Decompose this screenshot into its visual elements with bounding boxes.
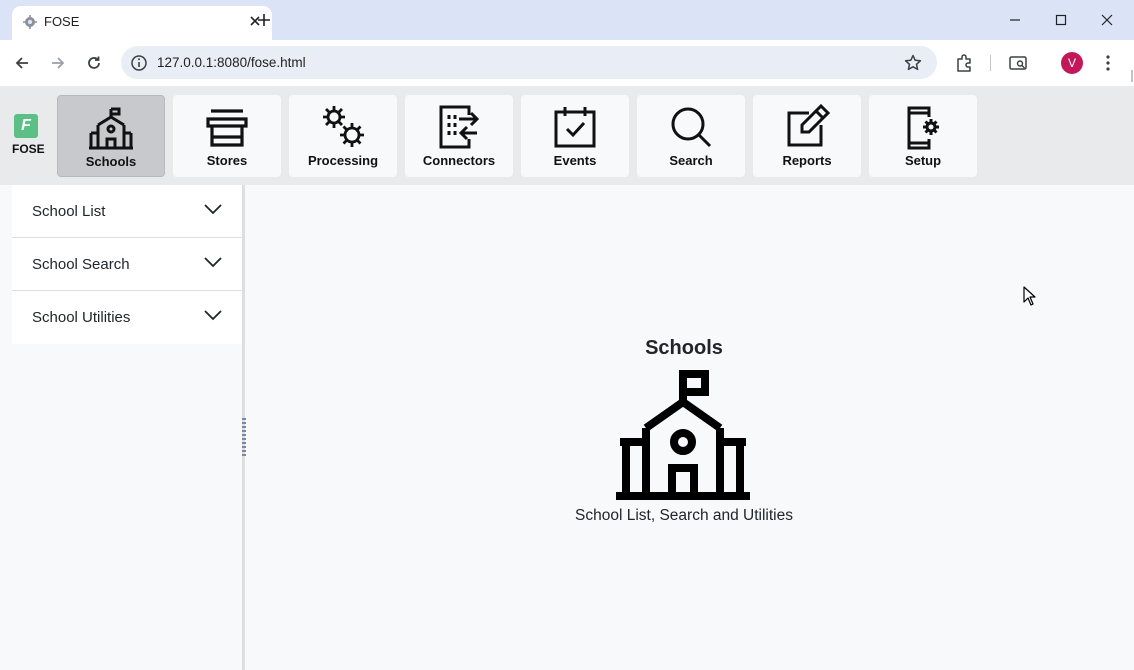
nav-label: Events [553,153,597,168]
nav-connectors-button[interactable]: Connectors [405,95,513,177]
sidebar-accordion: School List School Search School Utiliti… [12,185,242,344]
browser-toolbar: 127.0.0.1:8080/fose.html V [0,40,1134,86]
new-tab-icon[interactable] [252,8,276,32]
favicon-icon [23,15,37,29]
toolbar-separator [990,55,991,71]
sidebar-item-label: School Search [32,256,130,273]
nav-label: Schools [85,154,137,169]
store-icon [206,109,248,147]
back-icon[interactable] [8,49,36,77]
brand[interactable]: F FOSE [10,114,46,160]
url-text[interactable]: 127.0.0.1:8080/fose.html [157,55,306,70]
nav-processing-button[interactable]: Processing [289,95,397,177]
page-subtitle: School List, Search and Utilities [575,507,793,524]
edit-icon [787,103,831,147]
chevron-down-icon[interactable] [204,256,222,268]
nav-label: Processing [307,153,379,168]
sidebar-item-school-list[interactable]: School List [12,185,242,238]
reload-icon[interactable] [80,49,108,77]
chevron-down-icon[interactable] [204,309,222,321]
bookmark-star-icon[interactable] [903,53,923,73]
brand-name: FOSE [12,142,45,156]
gears-icon [323,106,364,147]
sidebar-item-label: School Utilities [32,309,131,326]
mouse-cursor-icon [1023,286,1036,306]
calendar-check-icon [554,107,596,148]
browser-tab-bar: FOSE [0,0,1134,40]
nav-label: Setup [904,153,942,168]
nav-label: Reports [782,153,832,168]
forward-icon[interactable] [44,49,72,77]
nav-setup-button[interactable]: Setup [869,95,977,177]
sidebar-item-school-utilities[interactable]: School Utilities [12,291,242,344]
search-icon [671,107,712,148]
app-top-nav: F FOSE Schools Stores Processing Connect… [0,86,1134,185]
nav-label: Connectors [422,153,496,168]
address-bar[interactable]: 127.0.0.1:8080/fose.html [121,46,937,79]
connectors-icon [439,105,480,149]
nav-stores-button[interactable]: Stores [173,95,281,177]
nav-reports-button[interactable]: Reports [753,95,861,177]
extensions-icon[interactable] [952,51,976,75]
nav-events-button[interactable]: Events [521,95,629,177]
sidebar-item-label: School List [32,203,106,220]
nav-label: Stores [206,153,248,168]
main-content: Schools School List, Search and Utilitie… [246,185,1134,670]
tab-search-icon[interactable] [1006,51,1030,75]
nav-search-button[interactable]: Search [637,95,745,177]
school-icon [616,370,750,500]
browser-menu-icon[interactable] [1096,51,1120,75]
minimize-icon[interactable] [992,6,1038,34]
device-gear-icon [907,106,939,150]
nav-label: Search [669,153,713,168]
sidebar-item-school-search[interactable]: School Search [12,238,242,291]
browser-tab[interactable]: FOSE [12,6,272,40]
close-window-icon[interactable] [1084,6,1130,34]
school-icon [89,107,133,150]
tab-title: FOSE [44,14,80,29]
page-title: Schools [645,337,723,359]
profile-avatar[interactable]: V [1061,52,1083,74]
site-info-icon[interactable] [129,53,149,73]
nav-schools-button[interactable]: Schools [57,95,165,177]
maximize-icon[interactable] [1038,6,1084,34]
chevron-down-icon[interactable] [204,203,222,215]
brand-logo: F [14,114,38,138]
sidebar: School List School Search School Utiliti… [0,185,243,670]
